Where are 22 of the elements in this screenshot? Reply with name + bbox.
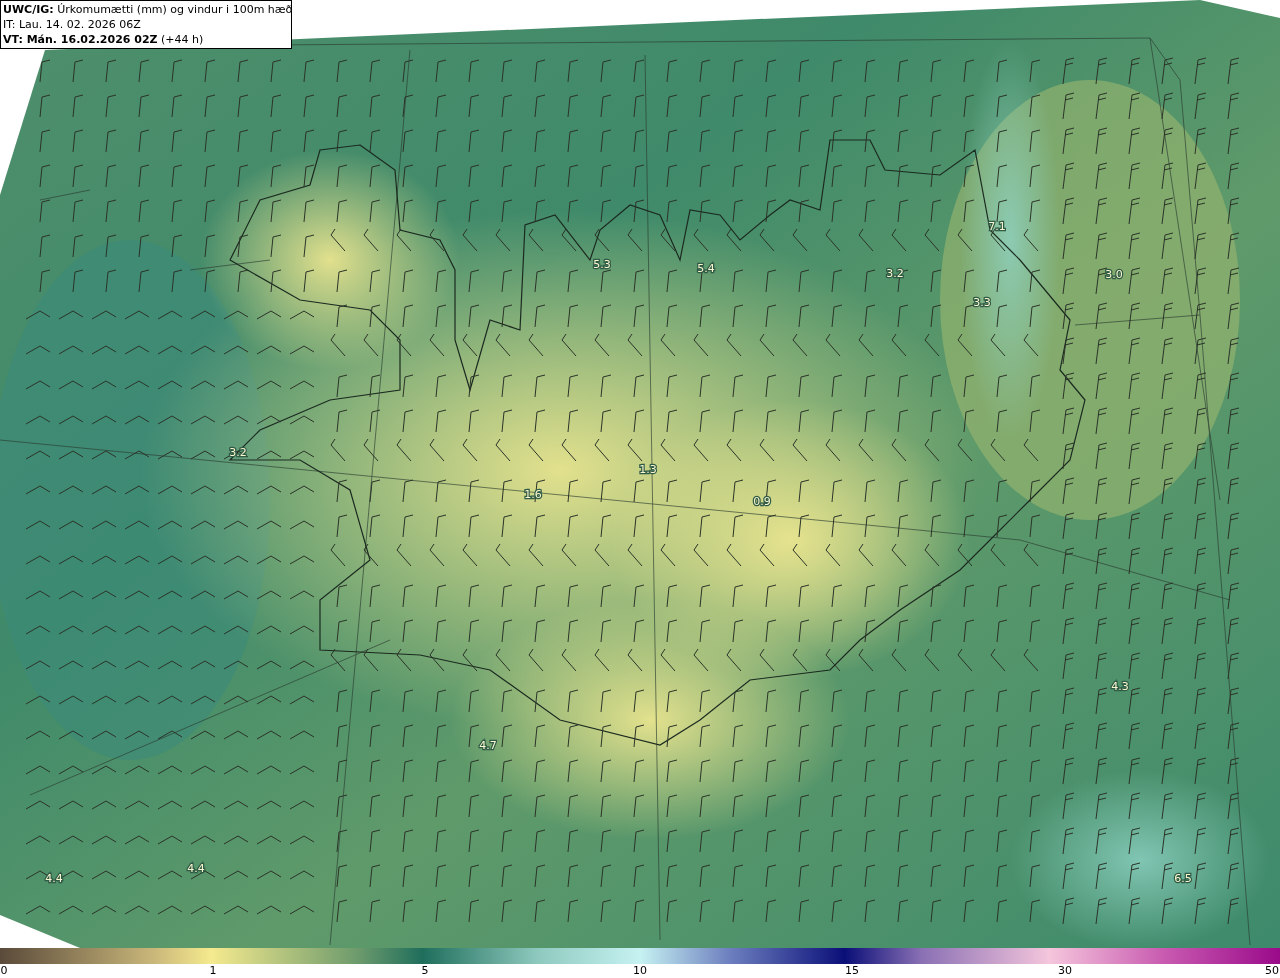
value-label: 3.3 [973, 296, 991, 309]
colorbar-tick-label: 5 [421, 964, 429, 978]
colorbar-tick-label: 10 [633, 964, 647, 978]
value-label: 4.3 [1111, 680, 1129, 693]
value-label: 5.4 [697, 262, 715, 275]
value-label: 4.4 [45, 872, 63, 885]
colorbar-tick-label: 0 [0, 964, 8, 978]
value-label: 1.3 [639, 463, 657, 476]
info-line: UWC/IG: Úrkomumætti (mm) og vindur i 100m hæð [3, 2, 289, 17]
info-line: VT: Mán. 16.02.2026 02Z (+44 h) [3, 32, 205, 47]
value-label: 5.3 [593, 258, 611, 271]
value-label: 3.0 [1105, 268, 1123, 281]
value-label: 3.2 [886, 267, 904, 280]
value-label: 4.4 [187, 862, 205, 875]
colorbar-tick-label: 15 [845, 964, 859, 978]
colorbar-tick-label: 50 [1265, 964, 1279, 978]
value-label: 0.9 [753, 495, 771, 508]
value-label: 6.5 [1174, 872, 1192, 885]
info-line: IT: Lau. 14. 02. 2026 06Z [3, 17, 142, 32]
value-label: 4.7 [479, 739, 497, 752]
colorbar-tick-label: 1 [209, 964, 217, 978]
colorbar-tick-label: 30 [1058, 964, 1072, 978]
